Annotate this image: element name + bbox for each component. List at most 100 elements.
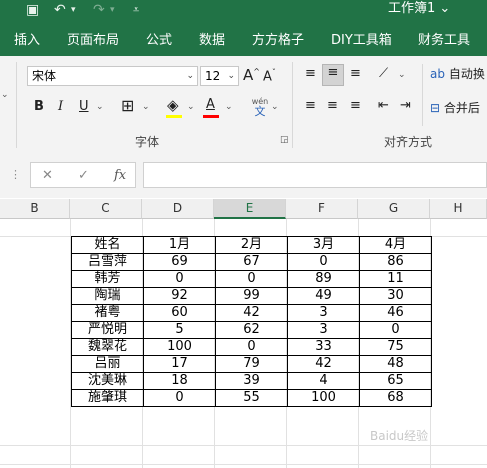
merge-center-button[interactable]: ⊟ 合并后 [430, 99, 480, 116]
font-name-select[interactable]: 宋体 ⌄ [27, 66, 198, 86]
decrease-font-button[interactable]: Aˇ [263, 68, 276, 84]
table-cell[interactable]: 62 [215, 321, 288, 339]
customize-icon[interactable]: ⩡ [133, 0, 139, 20]
table-cell[interactable]: 49 [287, 287, 360, 305]
table-cell[interactable]: 33 [287, 338, 360, 356]
tab-insert[interactable]: 插入 [14, 29, 40, 48]
table-cell[interactable]: 69 [143, 253, 216, 271]
table-cell[interactable]: 0 [143, 389, 216, 407]
redo-dropdown-icon[interactable]: ▾ [110, 0, 115, 20]
table-cell[interactable]: 3 [287, 321, 360, 339]
wrap-text-button[interactable]: ab 自动换 [430, 65, 485, 82]
phonetic-dropdown-icon[interactable]: ⌄ [271, 102, 279, 112]
table-cell[interactable]: 5 [143, 321, 216, 339]
font-size-select[interactable]: 12 ⌄ [200, 66, 239, 86]
table-cell[interactable]: 0 [359, 321, 432, 339]
align-center-icon[interactable]: ≡ [327, 98, 338, 113]
table-cell[interactable]: 68 [359, 389, 432, 407]
table-cell[interactable]: 100 [143, 338, 216, 356]
column-header-f[interactable]: F [286, 199, 358, 219]
cancel-icon[interactable]: ✕ [42, 168, 53, 183]
table-cell[interactable]: 沈美琳 [71, 372, 144, 390]
table-cell[interactable]: 17 [143, 355, 216, 373]
tab-page-layout[interactable]: 页面布局 [67, 29, 119, 48]
header-cell-apr[interactable]: 4月 [359, 236, 432, 254]
table-cell[interactable]: 42 [215, 304, 288, 322]
column-header-c[interactable]: C [70, 199, 142, 219]
table-cell[interactable]: 79 [215, 355, 288, 373]
orientation-icon[interactable]: ⟋ [379, 66, 388, 81]
underline-button[interactable]: U [79, 99, 89, 114]
column-header-h[interactable]: H [430, 199, 487, 219]
collapsed-group-arrow-icon[interactable]: ⌄ [1, 90, 9, 100]
phonetic-button[interactable]: wén 文 [248, 97, 272, 118]
formula-input[interactable] [143, 162, 487, 188]
increase-indent-icon[interactable]: ⇥ [400, 98, 411, 113]
table-cell[interactable]: 39 [215, 372, 288, 390]
underline-dropdown-icon[interactable]: ⌄ [96, 102, 104, 112]
table-cell[interactable]: 吕雪萍 [71, 253, 144, 271]
table-cell[interactable]: 89 [287, 270, 360, 288]
column-header-g[interactable]: G [358, 199, 430, 219]
table-cell[interactable]: 韩芳 [71, 270, 144, 288]
header-cell-mar[interactable]: 3月 [287, 236, 360, 254]
table-cell[interactable]: 0 [287, 253, 360, 271]
align-middle-icon[interactable]: ≡ [322, 64, 344, 86]
table-cell[interactable]: 92 [143, 287, 216, 305]
fill-color-dropdown-icon[interactable]: ⌄ [187, 102, 195, 112]
border-dropdown-icon[interactable]: ⌄ [142, 102, 150, 112]
drag-handle-icon[interactable]: ⋮ [10, 168, 21, 181]
table-cell[interactable]: 4 [287, 372, 360, 390]
tab-formulas[interactable]: 公式 [146, 29, 172, 48]
align-top-icon[interactable]: ≡ [305, 66, 316, 81]
table-cell[interactable]: 55 [215, 389, 288, 407]
save-icon[interactable]: ▣ [26, 0, 39, 20]
table-cell[interactable]: 陶瑞 [71, 287, 144, 305]
decrease-indent-icon[interactable]: ⇤ [378, 98, 389, 113]
orientation-dropdown-icon[interactable]: ⌄ [398, 70, 406, 80]
align-right-icon[interactable]: ≡ [350, 98, 361, 113]
table-cell[interactable]: 86 [359, 253, 432, 271]
table-cell[interactable]: 吕丽 [71, 355, 144, 373]
tab-ffgz[interactable]: 方方格子 [252, 29, 304, 48]
table-cell[interactable]: 46 [359, 304, 432, 322]
header-cell-name[interactable]: 姓名 [71, 236, 144, 254]
table-cell[interactable]: 3 [287, 304, 360, 322]
bold-button[interactable]: B [34, 99, 44, 114]
italic-button[interactable]: I [58, 99, 63, 114]
table-cell[interactable]: 42 [287, 355, 360, 373]
table-cell[interactable]: 褚粤 [71, 304, 144, 322]
table-cell[interactable]: 0 [143, 270, 216, 288]
insert-function-button[interactable]: fx [114, 168, 126, 183]
header-cell-jan[interactable]: 1月 [143, 236, 216, 254]
font-color-button[interactable]: A [206, 97, 215, 112]
table-cell[interactable]: 67 [215, 253, 288, 271]
table-cell[interactable]: 0 [215, 338, 288, 356]
font-color-dropdown-icon[interactable]: ⌄ [225, 102, 233, 112]
fill-color-icon[interactable]: ◈ [167, 96, 179, 114]
table-cell[interactable]: 11 [359, 270, 432, 288]
table-cell[interactable]: 18 [143, 372, 216, 390]
table-cell[interactable]: 0 [215, 270, 288, 288]
tab-diy-toolbox[interactable]: DIY工具箱 [331, 29, 392, 48]
redo-icon[interactable]: ↷ [93, 0, 105, 20]
table-cell[interactable]: 65 [359, 372, 432, 390]
font-dialog-launcher-icon[interactable]: ◲ [280, 135, 289, 145]
table-cell[interactable]: 99 [215, 287, 288, 305]
table-cell[interactable]: 75 [359, 338, 432, 356]
table-cell[interactable]: 60 [143, 304, 216, 322]
column-header-b[interactable]: B [0, 199, 70, 219]
table-cell[interactable]: 30 [359, 287, 432, 305]
header-cell-feb[interactable]: 2月 [215, 236, 288, 254]
column-header-e[interactable]: E [214, 199, 286, 219]
enter-icon[interactable]: ✓ [78, 168, 89, 183]
align-bottom-icon[interactable]: ≡ [350, 66, 361, 81]
tab-finance-tools[interactable]: 财务工具 [418, 29, 470, 48]
table-cell[interactable]: 100 [287, 389, 360, 407]
undo-icon[interactable]: ↶ [54, 0, 66, 20]
tab-data[interactable]: 数据 [199, 29, 225, 48]
undo-dropdown-icon[interactable]: ▾ [71, 0, 76, 20]
align-left-icon[interactable]: ≡ [305, 98, 316, 113]
column-header-d[interactable]: D [142, 199, 214, 219]
border-icon[interactable]: ⊞ [121, 96, 134, 115]
